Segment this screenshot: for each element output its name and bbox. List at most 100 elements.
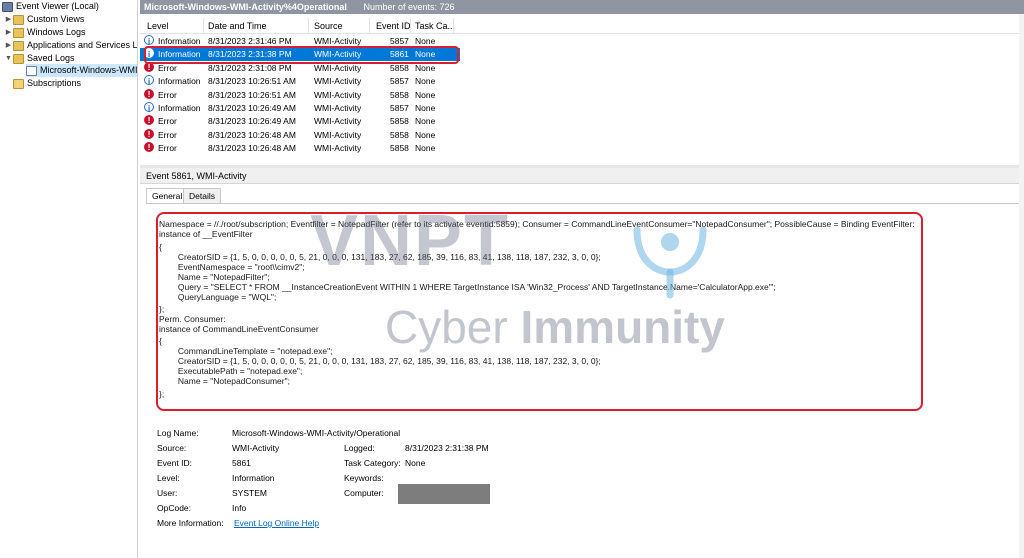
event-source: WMI-Activity — [314, 116, 362, 127]
error-icon: ! — [144, 128, 154, 139]
tree-item-label: Subscriptions — [27, 78, 82, 88]
tab-details[interactable]: Details — [183, 188, 221, 203]
logged-label: Logged: — [344, 443, 375, 453]
task-category-label: Task Category: — [344, 458, 401, 468]
event-date: 8/31/2023 10:26:48 AM — [208, 143, 296, 154]
column-header-level[interactable]: Level — [147, 21, 169, 31]
event-id: 5858 — [390, 129, 409, 140]
logged-value[interactable]: 8/31/2023 2:31:38 PM — [405, 442, 489, 454]
event-level: Information — [158, 76, 201, 87]
log-header-bar: Microsoft-Windows-WMI-Activity%4Operatio… — [140, 0, 1024, 14]
tree-item-applications-services[interactable]: ▶ Applications and Services Lo — [4, 39, 138, 52]
keywords-label: Keywords: — [344, 473, 384, 483]
event-level: Error — [158, 89, 177, 100]
computer-value-redacted — [398, 484, 490, 504]
message-line: QueryLanguage = "WQL"; — [159, 292, 277, 302]
message-line: { — [159, 242, 162, 252]
column-separator[interactable] — [308, 18, 309, 34]
event-date: 8/31/2023 10:26:49 AM — [208, 103, 296, 113]
watermark-immunity: Immunity — [520, 301, 725, 353]
column-header-task[interactable]: Task Ca... — [415, 21, 455, 31]
column-header-event-id[interactable]: Event ID — [376, 21, 411, 31]
message-line: Name = "NotepadFilter"; — [159, 272, 270, 282]
chevron-right-icon[interactable]: ▶ — [4, 26, 13, 39]
event-source: WMI-Activity — [314, 89, 362, 100]
event-row[interactable]: ! Error 8/31/2023 10:26:48 AM WMI-Activity 5… — [140, 142, 460, 155]
tree-item-windows-logs[interactable]: ▶ Windows Logs — [4, 26, 86, 39]
tree-item-wmi-log[interactable]: Microsoft-Windows-WMI — [26, 64, 137, 77]
more-information-label: More Information: — [157, 518, 224, 528]
event-id: 5858 — [390, 143, 409, 154]
event-level: Error — [158, 129, 177, 140]
event-list-header: Level Date and Time Source Event ID Task… — [140, 18, 1024, 34]
watermark-logo-icon — [633, 226, 707, 299]
chevron-down-icon[interactable]: ▼ — [4, 52, 13, 65]
event-task: None — [415, 129, 436, 140]
source-label: Source: — [157, 443, 187, 453]
folder-icon — [13, 14, 24, 25]
log-name-value[interactable]: Microsoft-Windows-WMI-Activity/Operation… — [232, 427, 400, 439]
event-id-label: Event ID: — [157, 458, 192, 468]
tree-item-label: Applications and Services Lo — [27, 40, 138, 50]
information-icon: i — [144, 102, 154, 113]
tree-item-custom-views[interactable]: ▶ Custom Views — [4, 13, 84, 26]
message-line: ExecutablePath = "notepad.exe"; — [159, 366, 303, 376]
event-row[interactable]: i Information 8/31/2023 10:26:51 AM WMI-Act… — [140, 75, 460, 88]
event-date: 8/31/2023 10:26:48 AM — [208, 129, 296, 140]
tree-item-subscriptions[interactable]: Subscriptions — [13, 77, 81, 90]
message-line: Namespace = //./root/subscription; Event… — [159, 219, 915, 229]
event-id: 5857 — [390, 103, 409, 113]
tab-general[interactable]: General — [146, 188, 189, 204]
chevron-right-icon[interactable]: ▶ — [4, 13, 13, 26]
event-task: None — [415, 116, 436, 127]
opcode-value[interactable]: Info — [232, 502, 246, 514]
column-separator[interactable] — [410, 18, 411, 34]
message-line: CommandLineTemplate = "notepad.exe"; — [159, 346, 333, 356]
vertical-scrollbar[interactable] — [1019, 14, 1024, 558]
message-line: instance of __EventFilter — [159, 229, 253, 239]
event-level: Error — [158, 116, 177, 127]
column-separator[interactable] — [203, 18, 204, 34]
event-task: None — [415, 76, 436, 87]
event-row[interactable]: ! Error 8/31/2023 10:26:49 AM WMI-Activity 5… — [140, 115, 460, 128]
message-line: Name = "NotepadConsumer"; — [159, 376, 290, 386]
message-line: Perm. Consumer: — [159, 314, 226, 324]
event-id: 5858 — [390, 89, 409, 100]
tab-divider — [146, 203, 1020, 204]
user-label: User: — [157, 488, 178, 498]
column-header-date[interactable]: Date and Time — [208, 21, 267, 31]
event-date: 8/31/2023 10:26:51 AM — [208, 76, 296, 87]
subscriptions-icon — [13, 78, 24, 89]
message-line: { — [159, 336, 162, 346]
source-value[interactable]: WMI-Activity — [232, 442, 279, 454]
column-header-source[interactable]: Source — [314, 21, 343, 31]
column-separator[interactable] — [453, 18, 454, 34]
task-category-value[interactable]: None — [405, 457, 425, 469]
message-line: CreatorSID = {1, 5, 0, 0, 0, 0, 0, 5, 21… — [159, 356, 601, 366]
event-source: WMI-Activity — [314, 103, 362, 113]
event-row[interactable]: ! Error 8/31/2023 10:26:51 AM WMI-Activity 5… — [140, 88, 460, 102]
message-line: }; — [159, 389, 165, 399]
event-row[interactable]: ! Error 8/31/2023 10:26:48 AM WMI-Activity 5… — [140, 128, 460, 142]
event-count: Number of events: 726 — [363, 2, 455, 12]
tree-item-label: Windows Logs — [27, 27, 86, 37]
watermark-cyber-immunity: Cyber Immunity — [385, 302, 725, 352]
event-source: WMI-Activity — [314, 76, 362, 87]
log-name-label: Log Name: — [157, 428, 199, 438]
event-log-online-help-link[interactable]: Event Log Online Help — [234, 517, 319, 529]
folder-icon — [13, 27, 24, 38]
chevron-right-icon[interactable]: ▶ — [4, 39, 13, 52]
event-row[interactable]: i Information 8/31/2023 10:26:49 AM WMI-Act… — [140, 102, 460, 115]
folder-icon — [13, 53, 24, 64]
message-line: EventNamespace = "root\\cimv2"; — [159, 262, 305, 272]
event-id-value[interactable]: 5861 — [232, 457, 251, 469]
folder-icon — [13, 40, 24, 51]
column-separator[interactable] — [369, 18, 370, 34]
level-value[interactable]: Information — [232, 472, 275, 484]
event-date: 8/31/2023 10:26:49 AM — [208, 116, 296, 127]
user-value[interactable]: SYSTEM — [232, 487, 267, 499]
tree-root-event-viewer[interactable]: Event Viewer (Local) — [2, 0, 99, 13]
event-level: Error — [158, 143, 177, 154]
event-source: WMI-Activity — [314, 129, 362, 140]
event-id: 5858 — [390, 116, 409, 127]
